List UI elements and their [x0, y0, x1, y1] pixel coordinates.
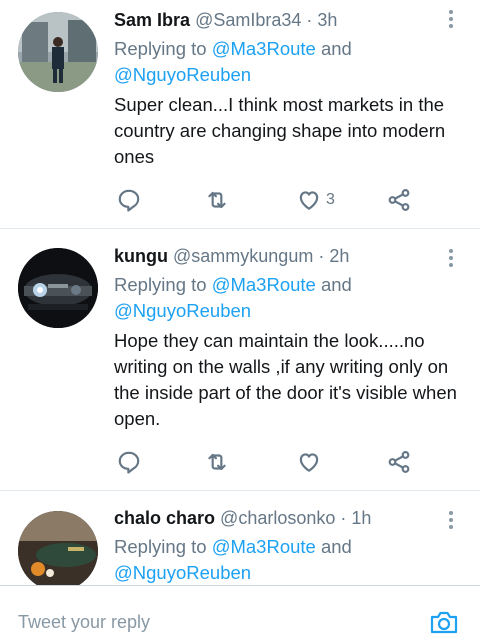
timestamp: · 3h — [306, 10, 338, 30]
like-button[interactable] — [296, 447, 326, 477]
tweet[interactable]: Sam Ibra @SamIbra34 · 3h Replying to @Ma… — [0, 0, 480, 228]
share-icon — [388, 451, 410, 473]
author-name[interactable]: Sam Ibra — [114, 10, 190, 30]
avatar[interactable] — [18, 511, 98, 585]
replying-to: Replying to @Ma3Route and @NguyoReuben — [114, 536, 352, 583]
replying-to: Replying to @Ma3Route and @NguyoReuben — [114, 38, 352, 85]
reply-button[interactable] — [116, 185, 142, 215]
mention-link[interactable]: @Ma3Route — [212, 38, 316, 59]
share-icon — [388, 189, 410, 211]
retweet-icon — [208, 191, 226, 209]
mention-link[interactable]: @NguyoReuben — [114, 64, 251, 85]
share-button[interactable] — [386, 185, 412, 215]
mention-link[interactable]: @NguyoReuben — [114, 300, 251, 321]
author-name[interactable]: kungu — [114, 246, 168, 266]
tweet-text: Super clean...I think most markets in th… — [114, 94, 446, 167]
author-handle[interactable]: @sammykungum — [173, 246, 313, 266]
like-icon — [299, 191, 319, 210]
retweet-button[interactable] — [204, 447, 230, 477]
avatar[interactable] — [18, 248, 98, 328]
camera-icon[interactable] — [428, 606, 460, 638]
mention-link[interactable]: @NguyoReuben — [114, 562, 251, 583]
timestamp: · 1h — [340, 508, 372, 528]
tweet[interactable]: kungu @sammykungum · 2h Replying to @Ma3… — [0, 229, 480, 490]
author-handle[interactable]: @SamIbra34 — [195, 10, 301, 30]
tweet[interactable]: chalo charo @charlosonko · 1h Replying t… — [0, 491, 480, 585]
author-handle[interactable]: @charlosonko — [220, 508, 335, 528]
mention-link[interactable]: @Ma3Route — [212, 536, 316, 557]
reply-input[interactable]: Tweet your reply — [18, 612, 150, 633]
avatar[interactable] — [18, 12, 98, 92]
tweet-text: Hope they can maintain the look.....no w… — [114, 330, 457, 429]
reply-icon — [118, 189, 140, 212]
author-name[interactable]: chalo charo — [114, 508, 215, 528]
like-button[interactable]: 3 — [296, 185, 335, 215]
timestamp: · 2h — [318, 246, 350, 266]
like-icon — [299, 453, 319, 472]
reply-button[interactable] — [116, 447, 142, 477]
share-button[interactable] — [386, 447, 412, 477]
retweet-icon — [208, 453, 226, 471]
reply-icon — [118, 451, 140, 474]
mention-link[interactable]: @Ma3Route — [212, 274, 316, 295]
reply-composer[interactable]: Tweet your reply — [0, 585, 480, 634]
like-count: 3 — [326, 191, 335, 208]
retweet-button[interactable] — [204, 185, 230, 215]
replying-to: Replying to @Ma3Route and @NguyoReuben — [114, 274, 352, 321]
